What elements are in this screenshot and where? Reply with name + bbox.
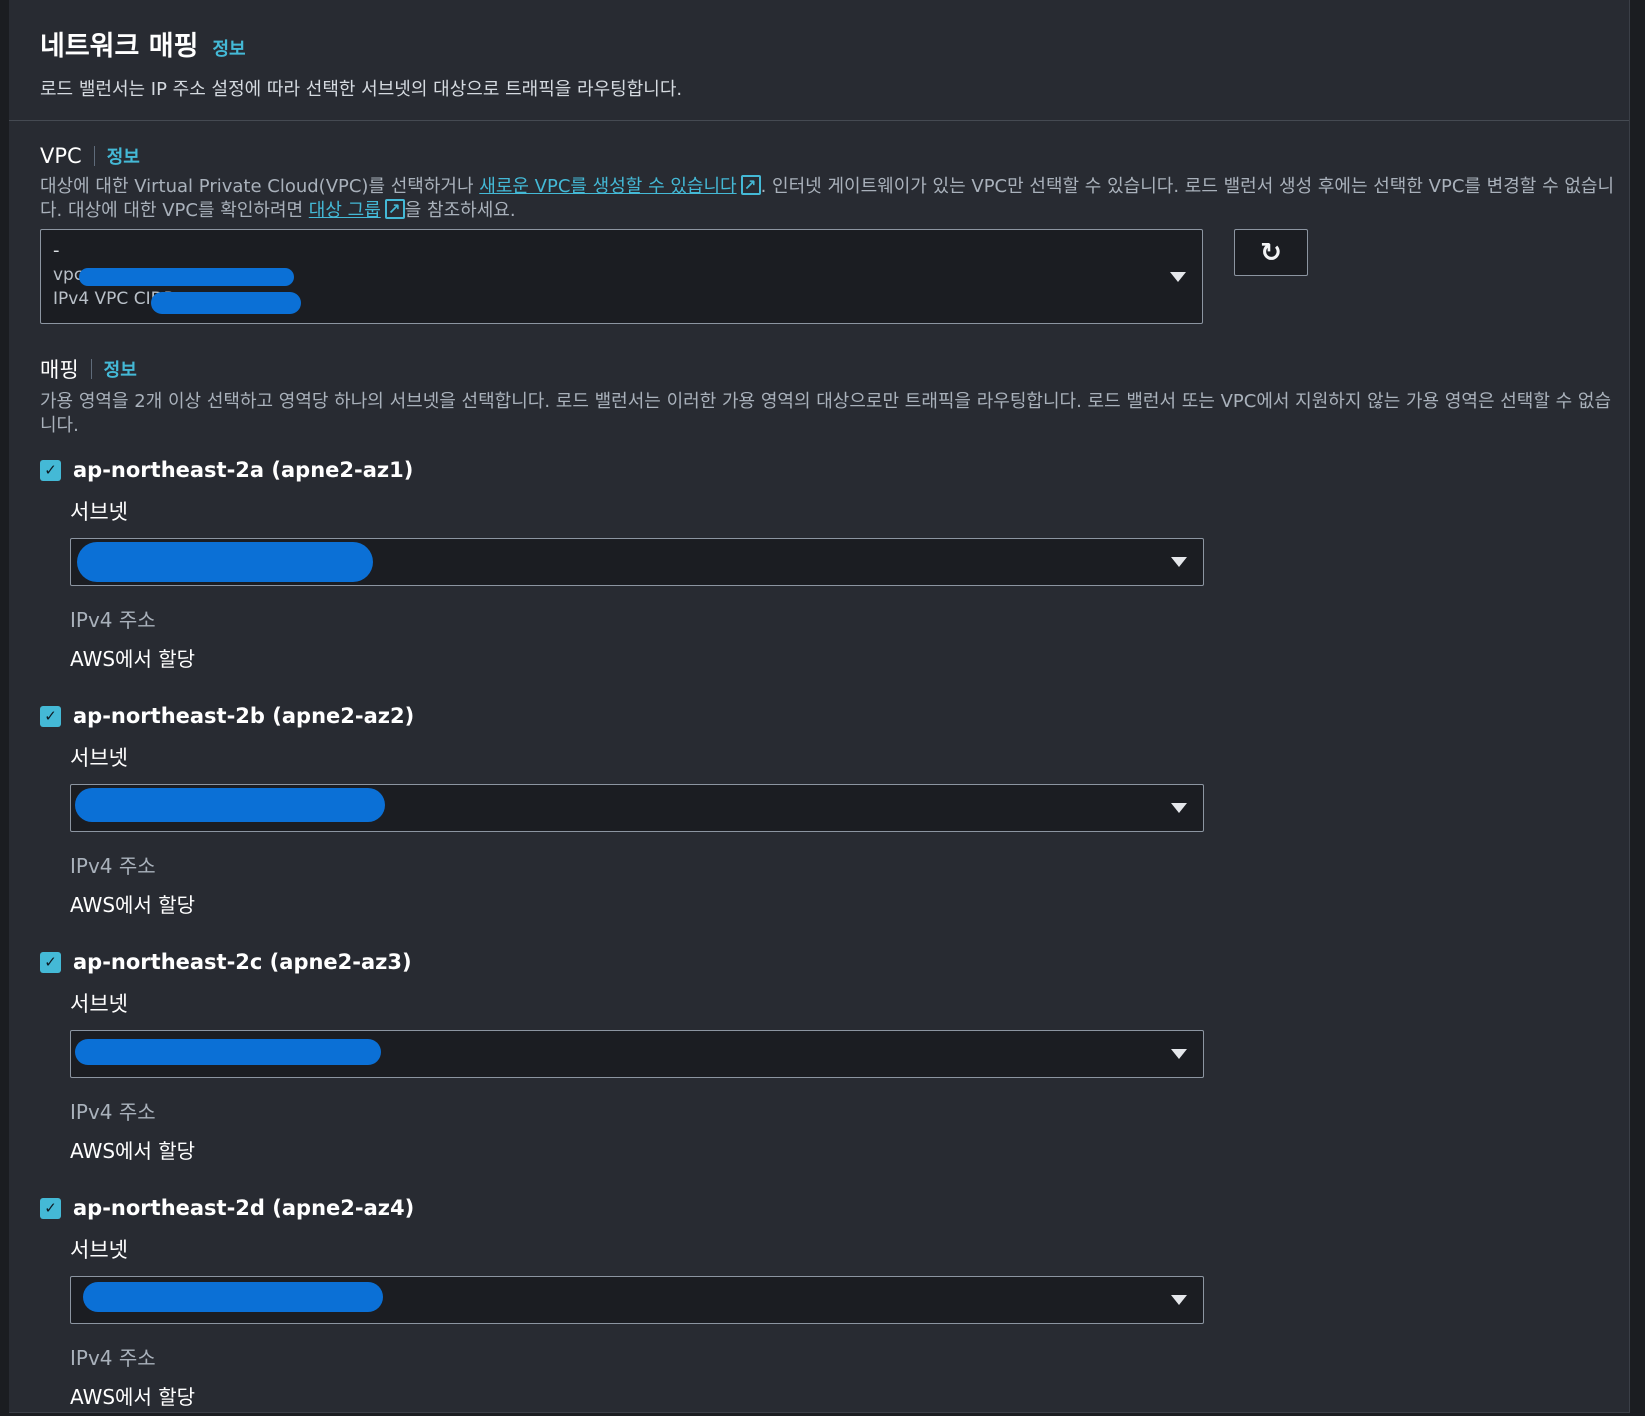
redaction — [75, 1039, 381, 1065]
ipv4-label: IPv4 주소 — [70, 608, 156, 632]
subnet-label: 서브넷 — [70, 1238, 128, 1262]
page-title: 네트워크 매핑 정보 — [40, 24, 1598, 63]
refresh-icon: ↻ — [1260, 237, 1282, 268]
mapping-info-link[interactable]: 정보 — [104, 356, 137, 382]
zone-checkbox[interactable]: ✓ — [40, 1197, 61, 1219]
zone-name: ap-northeast-2d (apne2-az4) — [73, 1196, 415, 1220]
checkmark-icon: ✓ — [44, 461, 57, 479]
zone-name: ap-northeast-2c (apne2-az3) — [73, 950, 412, 974]
ipv4-value: AWS에서 할당 — [70, 647, 196, 671]
mapping-description: 가용 영역을 2개 이상 선택하고 영역당 하나의 서브넷을 선택합니다. 로드… — [40, 391, 1612, 436]
external-link-icon[interactable] — [384, 197, 405, 221]
mapping-section: 매핑 정보 가용 영역을 2개 이상 선택하고 영역당 하나의 서브넷을 선택합… — [40, 354, 1611, 1410]
subnet-select[interactable] — [70, 1030, 1204, 1078]
subnet-label: 서브넷 — [70, 992, 128, 1016]
vpc-label: VPC 정보 — [40, 143, 1598, 169]
checkmark-icon: ✓ — [44, 707, 57, 725]
vpc-select[interactable]: - vpc IPv4 VPC CIDR: — [40, 229, 1203, 324]
vpc-label-text: VPC — [40, 144, 82, 168]
refresh-button[interactable]: ↻ — [1234, 229, 1308, 276]
create-vpc-link[interactable]: 새로운 VPC를 생성할 수 있습니다 — [479, 176, 736, 197]
zone-body: 서브넷 IPv4 주소 AWS에서 할당 — [40, 496, 1598, 672]
info-link[interactable]: 정보 — [212, 35, 245, 61]
vpc-row: - vpc IPv4 VPC CIDR: ↻ — [40, 229, 1598, 324]
network-mapping-panel: 네트워크 매핑 정보 로드 밸런서는 IP 주소 설정에 따라 선택한 서브넷의… — [9, 0, 1630, 1413]
title-text: 네트워크 매핑 — [40, 31, 199, 62]
checkmark-icon: ✓ — [44, 953, 57, 971]
ipv4-label: IPv4 주소 — [70, 854, 156, 878]
availability-zone: ✓ ap-northeast-2d (apne2-az4) 서브넷 IPv4 주… — [40, 1196, 1598, 1410]
redaction — [151, 292, 301, 314]
zone-body: 서브넷 IPv4 주소 AWS에서 할당 — [40, 742, 1598, 918]
redaction — [83, 1282, 383, 1312]
subnet-select[interactable] — [70, 784, 1204, 832]
zone-checkbox[interactable]: ✓ — [40, 951, 61, 973]
subnet-label: 서브넷 — [70, 746, 128, 770]
vpc-desc-text: 대상에 대한 Virtual Private Cloud(VPC)를 선택하거나 — [40, 176, 480, 197]
zone-name: ap-northeast-2a (apne2-az1) — [73, 458, 414, 482]
checkmark-icon: ✓ — [44, 1199, 57, 1217]
subnet-select[interactable] — [70, 538, 1204, 586]
caret-down-icon — [1171, 1295, 1187, 1305]
ipv4-value: AWS에서 할당 — [70, 1139, 196, 1163]
subnet-select[interactable] — [70, 1276, 1204, 1324]
zone-name: ap-northeast-2b (apne2-az2) — [73, 704, 415, 728]
zone-header: ✓ ap-northeast-2b (apne2-az2) — [40, 704, 1598, 728]
ipv4-value: AWS에서 할당 — [70, 893, 196, 917]
vpc-desc-text-3: 을 참조하세요. — [404, 200, 516, 221]
availability-zone: ✓ ap-northeast-2b (apne2-az2) 서브넷 IPv4 주… — [40, 704, 1598, 918]
availability-zone: ✓ ap-northeast-2a (apne2-az1) 서브넷 IPv4 주… — [40, 458, 1598, 672]
redaction — [75, 788, 385, 822]
divider — [90, 359, 92, 379]
mapping-label-text: 매핑 — [40, 358, 79, 382]
ipv4-value: AWS에서 할당 — [70, 1385, 196, 1409]
caret-down-icon — [1171, 1049, 1187, 1059]
zone-header: ✓ ap-northeast-2c (apne2-az3) — [40, 950, 1598, 974]
vpc-selected-name: - — [53, 240, 60, 261]
panel-body: VPC 정보 대상에 대한 Virtual Private Cloud(VPC)… — [9, 121, 1629, 1410]
redaction — [77, 542, 373, 582]
caret-down-icon — [1171, 803, 1187, 813]
zone-checkbox[interactable]: ✓ — [40, 705, 61, 727]
caret-down-icon — [1170, 271, 1186, 282]
zone-header: ✓ ap-northeast-2d (apne2-az4) — [40, 1196, 1598, 1220]
zone-body: 서브넷 IPv4 주소 AWS에서 할당 — [40, 988, 1598, 1164]
ipv4-label: IPv4 주소 — [70, 1346, 156, 1370]
panel-header: 네트워크 매핑 정보 로드 밸런서는 IP 주소 설정에 따라 선택한 서브넷의… — [9, 0, 1629, 121]
header-description: 로드 밸런서는 IP 주소 설정에 따라 선택한 서브넷의 대상으로 트래픽을 … — [40, 79, 683, 100]
ipv4-label: IPv4 주소 — [70, 1100, 156, 1124]
vpc-description: 대상에 대한 Virtual Private Cloud(VPC)를 선택하거나… — [40, 173, 1620, 223]
divider — [93, 146, 95, 166]
caret-down-icon — [1171, 557, 1187, 567]
mapping-label: 매핑 정보 — [40, 354, 1598, 384]
zone-body: 서브넷 IPv4 주소 AWS에서 할당 — [40, 1234, 1598, 1410]
zone-checkbox[interactable]: ✓ — [40, 459, 61, 481]
target-group-link[interactable]: 대상 그룹 — [309, 200, 381, 221]
external-link-icon[interactable] — [740, 173, 761, 197]
redaction — [79, 268, 294, 286]
vpc-info-link[interactable]: 정보 — [107, 143, 140, 169]
availability-zone: ✓ ap-northeast-2c (apne2-az3) 서브넷 IPv4 주… — [40, 950, 1598, 1164]
subnet-label: 서브넷 — [70, 500, 128, 524]
zone-header: ✓ ap-northeast-2a (apne2-az1) — [40, 458, 1598, 482]
